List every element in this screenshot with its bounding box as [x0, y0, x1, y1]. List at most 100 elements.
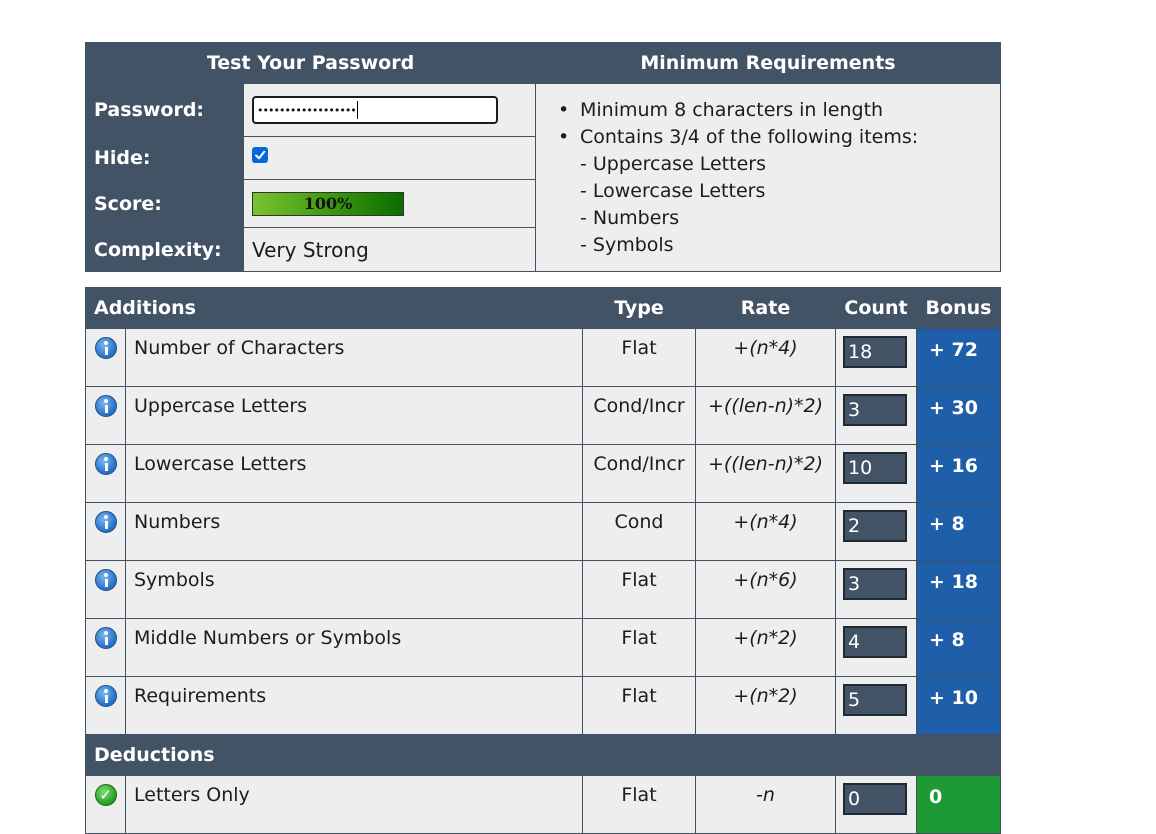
check-circle-icon[interactable]: ✓ [94, 784, 117, 806]
test-password-table: Test Your Password Minimum Requirements … [85, 42, 1001, 272]
requirements-title: Minimum Requirements [535, 42, 1001, 84]
requirement-subitem: - Uppercase Letters [580, 153, 766, 175]
requirement-subitem: - Symbols [580, 234, 674, 256]
criterion-name: Numbers [125, 502, 583, 561]
deduction-row: ✓ Letters Only Flat -n 0 0 [85, 775, 1001, 834]
password-meter: Test Your Password Minimum Requirements … [85, 42, 1001, 834]
criterion-type: Cond/Incr [582, 444, 696, 503]
bonus-value: + 8 [916, 502, 1001, 561]
count-field: 18 [843, 336, 907, 368]
criterion-name: Middle Numbers or Symbols [125, 618, 583, 677]
score-label: Score: [85, 179, 244, 228]
criterion-rate: +(n*2) [695, 618, 836, 677]
text-caret [356, 101, 358, 119]
criterion-type: Flat [582, 560, 696, 619]
criterion-name: Letters Only [125, 775, 583, 834]
count-field: 3 [843, 568, 907, 600]
row-icon-cell [85, 502, 126, 561]
row-icon-cell [85, 560, 126, 619]
criterion-rate: +((len-n)*2) [695, 444, 836, 503]
criterion-name: Uppercase Letters [125, 386, 583, 445]
criterion-name: Requirements [125, 676, 583, 735]
criterion-rate: +(n*6) [695, 560, 836, 619]
requirements-list: Minimum 8 characters in length Contains … [535, 83, 1001, 272]
count-cell: 3 [835, 560, 917, 619]
count-cell: 2 [835, 502, 917, 561]
count-field: 5 [843, 684, 907, 716]
bonus-value: 0 [916, 775, 1001, 834]
count-cell: 10 [835, 444, 917, 503]
password-value: •••••••••••••••••• [257, 103, 357, 117]
password-cell: •••••••••••••••••• [243, 83, 536, 137]
checkmark-icon [255, 150, 266, 160]
row-icon-cell [85, 676, 126, 735]
criterion-type: Flat [582, 328, 696, 387]
count-header: Count [835, 287, 917, 329]
bonus-value: + 10 [916, 676, 1001, 735]
score-cell: 100% [243, 179, 536, 228]
bonus-value: + 8 [916, 618, 1001, 677]
requirement-item: Minimum 8 characters in length [580, 97, 1000, 124]
row-icon-cell [85, 386, 126, 445]
criterion-rate: +((len-n)*2) [695, 386, 836, 445]
hide-checkbox[interactable] [252, 147, 268, 163]
criterion-type: Flat [582, 775, 696, 834]
criterion-type: Flat [582, 618, 696, 677]
count-field: 10 [843, 452, 907, 484]
test-panel-title: Test Your Password [85, 42, 536, 84]
info-icon[interactable] [94, 569, 117, 591]
count-cell: 18 [835, 328, 917, 387]
addition-row: Requirements Flat +(n*2) 5 + 10 [85, 676, 1001, 735]
info-icon[interactable] [94, 337, 117, 359]
deductions-section: Deductions [85, 734, 1001, 776]
scoring-table: Additions Type Rate Count Bonus Number o… [85, 287, 1001, 834]
requirement-item: Contains 3/4 of the following items: [580, 124, 1000, 151]
count-field: 4 [843, 626, 907, 658]
hide-cell [243, 136, 536, 180]
info-icon[interactable] [94, 511, 117, 533]
type-header: Type [582, 287, 696, 329]
bonus-value: + 72 [916, 328, 1001, 387]
criterion-type: Flat [582, 676, 696, 735]
complexity-value: Very Strong [243, 227, 536, 272]
criterion-rate: -n [695, 775, 836, 834]
info-icon[interactable] [94, 395, 117, 417]
addition-row: Uppercase Letters Cond/Incr +((len-n)*2) 3 +… [85, 386, 1001, 445]
criterion-type: Cond [582, 502, 696, 561]
info-icon[interactable] [94, 685, 117, 707]
complexity-label: Complexity: [85, 227, 244, 272]
additions-header: Additions [85, 287, 583, 329]
row-icon-cell [85, 444, 126, 503]
criterion-rate: +(n*4) [695, 328, 836, 387]
bonus-value: + 18 [916, 560, 1001, 619]
count-cell: 5 [835, 676, 917, 735]
info-icon[interactable] [94, 453, 117, 475]
score-bar: 100% [252, 191, 404, 216]
addition-row: Number of Characters Flat +(n*4) 18 + 72 [85, 328, 1001, 387]
hide-label: Hide: [85, 136, 244, 180]
rate-header: Rate [695, 287, 836, 329]
requirement-subitem: - Numbers [580, 207, 680, 229]
bonus-header: Bonus [916, 287, 1001, 329]
count-field: 0 [843, 783, 907, 815]
count-cell: 0 [835, 775, 917, 834]
requirement-subitem: - Lowercase Letters [580, 180, 766, 202]
criterion-rate: +(n*2) [695, 676, 836, 735]
count-cell: 3 [835, 386, 917, 445]
addition-row: Lowercase Letters Cond/Incr +((len-n)*2) 10… [85, 444, 1001, 503]
row-icon-cell: ✓ [85, 775, 126, 834]
bonus-value: + 30 [916, 386, 1001, 445]
count-cell: 4 [835, 618, 917, 677]
info-icon[interactable] [94, 627, 117, 649]
password-input[interactable]: •••••••••••••••••• [252, 96, 498, 124]
deductions-header: Deductions [85, 734, 1001, 776]
addition-row: Numbers Cond +(n*4) 2 + 8 [85, 502, 1001, 561]
bonus-value: + 16 [916, 444, 1001, 503]
addition-row: Middle Numbers or Symbols Flat +(n*2) 4 + 8 [85, 618, 1001, 677]
count-field: 2 [843, 510, 907, 542]
criterion-name: Symbols [125, 560, 583, 619]
row-icon-cell [85, 618, 126, 677]
addition-row: Symbols Flat +(n*6) 3 + 18 [85, 560, 1001, 619]
criterion-type: Cond/Incr [582, 386, 696, 445]
password-label: Password: [85, 83, 244, 137]
